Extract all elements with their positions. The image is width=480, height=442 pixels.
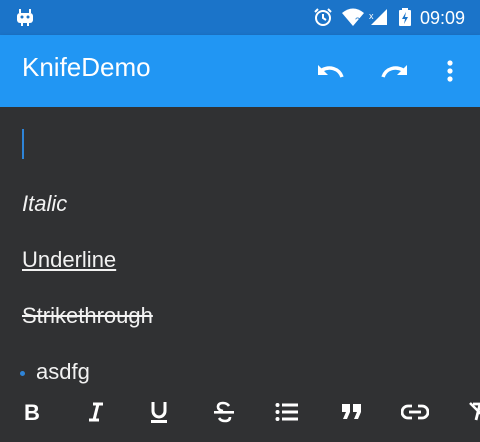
bullet-text: asdfg <box>36 359 90 384</box>
text-cursor <box>22 129 24 159</box>
strikethrough-text: Strikethrough <box>22 303 153 328</box>
svg-text:?: ? <box>355 16 360 26</box>
svg-text:B: B <box>24 401 40 423</box>
format-toolbar: B <box>0 389 480 442</box>
clear-format-icon[interactable] <box>456 389 480 435</box>
android-debug-icon <box>14 6 36 28</box>
app-title: KnifeDemo <box>22 52 151 82</box>
status-time: 09:09 <box>420 8 466 28</box>
svg-text:x: x <box>369 11 374 21</box>
undo-icon[interactable] <box>312 57 348 85</box>
redo-icon[interactable] <box>377 57 413 85</box>
more-vert-icon[interactable] <box>440 57 460 85</box>
wifi-icon: ? <box>340 6 366 28</box>
bold-icon[interactable]: B <box>10 389 56 435</box>
quote-icon[interactable] <box>329 389 375 435</box>
status-bar: ? x 09:09 <box>0 0 480 35</box>
italic-icon[interactable] <box>73 389 119 435</box>
link-icon[interactable] <box>392 389 438 435</box>
bullet-dot <box>20 371 25 376</box>
rich-text-editor[interactable]: Italic Underline Strikethrough asdfg <box>0 107 480 389</box>
signal-icon: x <box>368 6 390 28</box>
italic-text: Italic <box>22 191 68 216</box>
underline-text: Underline <box>22 247 117 272</box>
battery-charging-icon <box>396 6 414 28</box>
bullet-list-icon[interactable] <box>264 389 310 435</box>
app-bar: KnifeDemo <box>0 35 480 107</box>
strikethrough-icon[interactable] <box>201 389 247 435</box>
underline-icon[interactable] <box>136 389 182 435</box>
alarm-icon <box>312 6 334 28</box>
